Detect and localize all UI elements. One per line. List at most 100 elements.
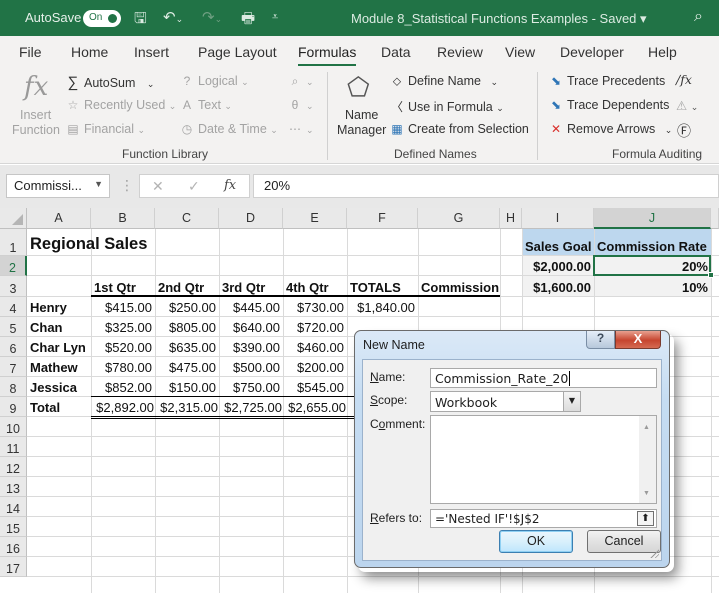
search-icon[interactable]: ⌕	[694, 8, 703, 26]
sales-value-cell[interactable]: $852.00	[94, 380, 152, 395]
tab-page-layout[interactable]: Page Layout	[198, 44, 277, 60]
fill-handle[interactable]	[708, 272, 714, 278]
sales-value-cell[interactable]: $445.00	[222, 300, 280, 315]
column-header-i[interactable]: I	[522, 208, 594, 229]
row-header-9[interactable]: 9	[0, 397, 27, 417]
row-header-3[interactable]: 3	[0, 276, 27, 297]
remove-arrows-button[interactable]: ✕ Remove Arrows ⌄	[549, 122, 672, 136]
customize-toolbar-icon[interactable]: ⩡	[272, 11, 278, 24]
tab-file[interactable]: File	[19, 44, 42, 60]
recently-used-button[interactable]: ☆ Recently Used ⌄	[66, 98, 177, 112]
row-header-6[interactable]: 6	[0, 337, 27, 357]
column-label-cell[interactable]: TOTALS	[350, 280, 415, 295]
tab-home[interactable]: Home	[71, 44, 108, 60]
sales-goal-cell[interactable]: $1,600.00	[525, 280, 591, 295]
sales-value-cell[interactable]: $475.00	[158, 360, 216, 375]
column-header-a[interactable]: A	[27, 208, 91, 229]
chevron-down-icon[interactable]: ▼	[563, 392, 580, 411]
row-total-cell[interactable]: $1,840.00	[350, 300, 415, 315]
show-formulas-icon[interactable]: ∕fx	[676, 72, 692, 87]
row-header-8[interactable]: 8	[0, 377, 27, 397]
column-total-cell[interactable]: $2,655.00	[284, 400, 346, 415]
math-trig-button[interactable]: θ ⌄	[288, 98, 314, 112]
autosave-toggle[interactable]: On	[83, 10, 121, 27]
row-header-2[interactable]: 2	[0, 256, 27, 276]
autosum-button[interactable]: ∑ AutoSum ⌄	[66, 74, 155, 91]
cancel-icon[interactable]: ✕	[152, 178, 164, 195]
close-button[interactable]: X	[615, 331, 661, 349]
column-header-h[interactable]: H	[500, 208, 522, 229]
row-header-13[interactable]: 13	[0, 477, 27, 497]
sheet-title-cell[interactable]: Regional Sales	[30, 235, 230, 254]
sales-value-cell[interactable]: $750.00	[222, 380, 280, 395]
sales-value-cell[interactable]: $200.00	[286, 360, 344, 375]
row-header-12[interactable]: 12	[0, 457, 27, 477]
column-header-b[interactable]: B	[91, 208, 155, 229]
column-header-j[interactable]: J	[594, 208, 711, 229]
commission-rate-header-cell[interactable]: Commission Rate	[597, 239, 717, 254]
column-header-e[interactable]: E	[283, 208, 347, 229]
tab-review[interactable]: Review	[437, 44, 483, 60]
formula-input[interactable]: 20%	[253, 174, 719, 198]
error-checking-icon[interactable]: ⚠ ⌄	[676, 98, 698, 113]
drag-handle-icon[interactable]: ⋮	[120, 177, 134, 194]
redo-icon[interactable]: ↷⌄	[202, 8, 222, 26]
comment-textarea[interactable]: ▲ ▼	[430, 415, 657, 504]
sales-value-cell[interactable]: $720.00	[286, 320, 344, 335]
select-all-button[interactable]	[0, 208, 27, 229]
undo-icon[interactable]: ↶⌄	[163, 8, 183, 26]
tab-data[interactable]: Data	[381, 44, 411, 60]
column-label-cell[interactable]: 1st Qtr	[94, 280, 152, 295]
use-in-formula-button[interactable]: 〈 Use in Formula ⌄	[390, 98, 504, 115]
sales-goal-header-cell[interactable]: Sales Goal	[525, 239, 605, 254]
evaluate-formula-icon[interactable]: Ⓕ	[677, 121, 691, 141]
sales-value-cell[interactable]: $500.00	[222, 360, 280, 375]
column-header-d[interactable]: D	[219, 208, 283, 229]
row-header-15[interactable]: 15	[0, 517, 27, 537]
date-time-button[interactable]: ◷ Date & Time ⌄	[180, 122, 278, 136]
sales-value-cell[interactable]: $805.00	[158, 320, 216, 335]
row-header-10[interactable]: 10	[0, 417, 27, 437]
column-total-cell[interactable]: $2,725.00	[220, 400, 282, 415]
column-total-cell[interactable]: $2,892.00	[92, 400, 154, 415]
column-label-cell[interactable]: Commission	[421, 280, 499, 295]
tab-help[interactable]: Help	[648, 44, 677, 60]
row-header-1[interactable]: 1	[0, 229, 27, 256]
row-header-4[interactable]: 4	[0, 297, 27, 317]
salesperson-name-cell[interactable]: Chan	[30, 320, 88, 335]
column-header-k[interactable]	[711, 208, 719, 229]
cancel-button[interactable]: Cancel	[587, 530, 661, 553]
tab-view[interactable]: View	[505, 44, 535, 60]
name-box[interactable]: Commissi... ▼	[6, 174, 110, 198]
scroll-down-icon[interactable]: ▼	[643, 490, 650, 497]
lookup-reference-button[interactable]: ⌕ ⌄	[288, 74, 314, 89]
sales-value-cell[interactable]: $730.00	[286, 300, 344, 315]
total-label-cell[interactable]: Total	[30, 400, 88, 415]
refers-to-input[interactable]: ='Nested IF'!$J$2 ⬆	[430, 509, 657, 528]
scope-select[interactable]: Workbook ▼	[430, 391, 581, 412]
sales-goal-cell[interactable]: $2,000.00	[525, 259, 591, 274]
logical-button[interactable]: ? Logical ⌄	[180, 74, 249, 88]
sales-value-cell[interactable]: $640.00	[222, 320, 280, 335]
column-label-cell[interactable]: 2nd Qtr	[158, 280, 216, 295]
financial-button[interactable]: ▤ Financial ⌄	[66, 122, 145, 136]
save-icon[interactable]: 🖫	[134, 8, 147, 33]
tab-developer[interactable]: Developer	[560, 44, 624, 60]
row-header-11[interactable]: 11	[0, 437, 27, 457]
enter-icon[interactable]: ✓	[188, 178, 200, 195]
salesperson-name-cell[interactable]: Mathew	[30, 360, 88, 375]
ok-button[interactable]: OK	[499, 530, 573, 553]
row-header-17[interactable]: 17	[0, 557, 27, 577]
create-from-selection-button[interactable]: ▦ Create from Selection	[390, 122, 529, 136]
salesperson-name-cell[interactable]: Jessica	[30, 380, 88, 395]
column-label-cell[interactable]: 4th Qtr	[286, 280, 344, 295]
sales-value-cell[interactable]: $415.00	[94, 300, 152, 315]
comment-scrollbar[interactable]: ▲ ▼	[639, 416, 656, 503]
salesperson-name-cell[interactable]: Char Lyn	[30, 340, 88, 355]
collapse-dialog-button[interactable]: ⬆	[637, 511, 654, 526]
sales-value-cell[interactable]: $150.00	[158, 380, 216, 395]
sales-value-cell[interactable]: $635.00	[158, 340, 216, 355]
sales-value-cell[interactable]: $460.00	[286, 340, 344, 355]
text-button[interactable]: A Text ⌄	[180, 98, 232, 112]
column-total-cell[interactable]: $2,315.00	[156, 400, 218, 415]
